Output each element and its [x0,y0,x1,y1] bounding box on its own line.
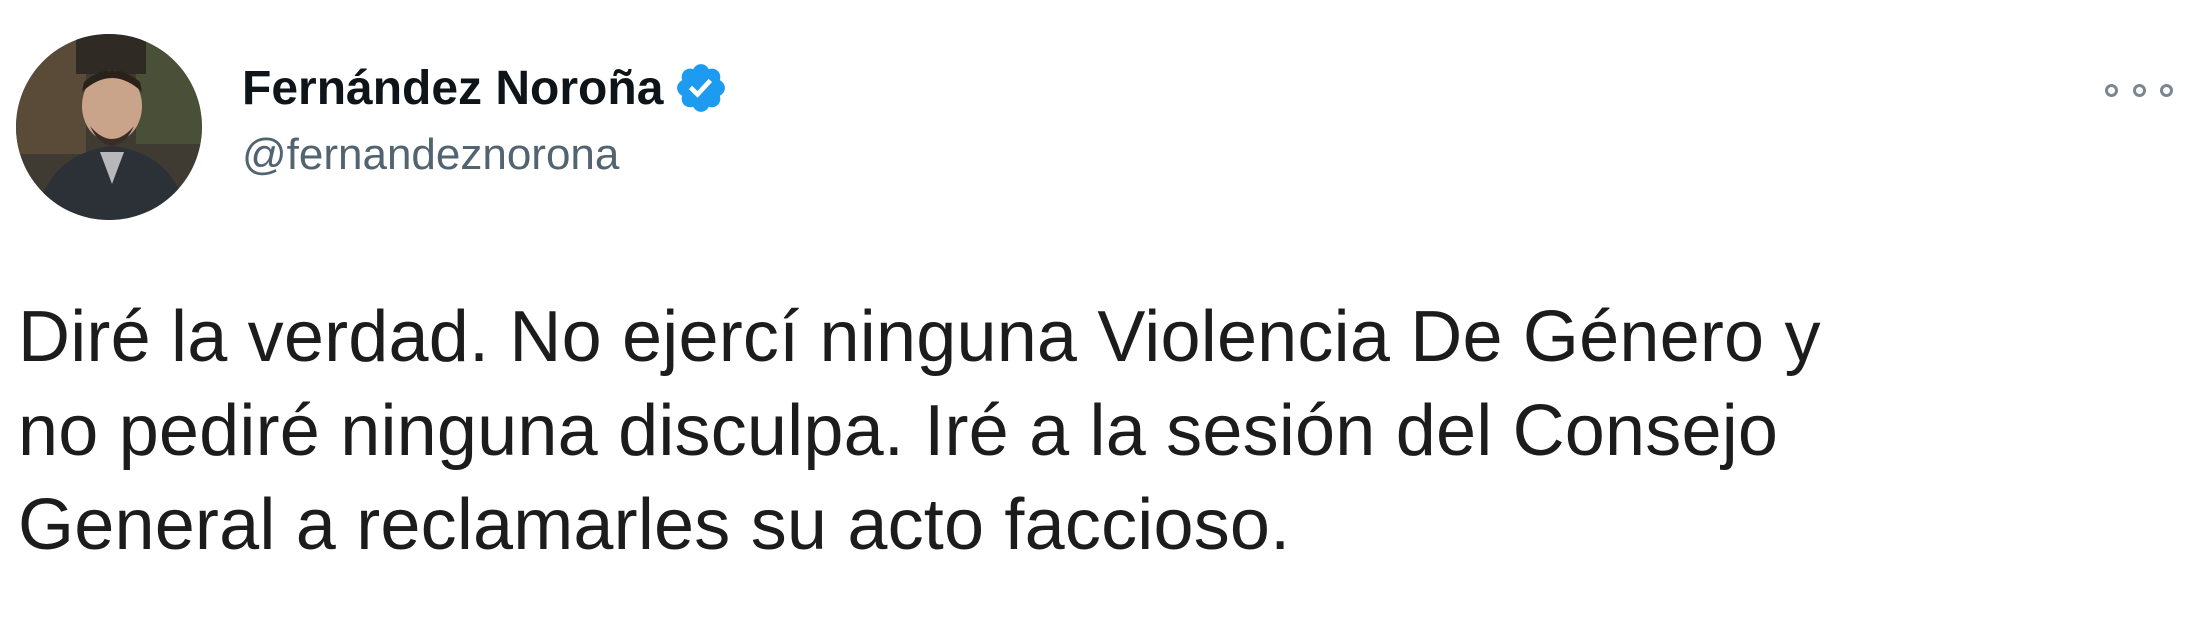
name-row: Fernández Noroña [242,56,729,120]
user-handle[interactable]: @fernandeznorona [242,130,729,180]
author-info: Fernández Noroña @fernandeznorona [242,56,729,180]
display-name[interactable]: Fernández Noroña [242,61,663,116]
tweet-text-line: no pediré ninguna disculpa. Iré a la ses… [18,391,1779,471]
more-dot [2105,83,2118,97]
more-options-icon[interactable] [2105,70,2173,110]
more-dot [2132,83,2146,97]
tweet-text: Diré la verdad. No ejercí ninguna Violen… [18,290,2188,572]
verified-badge-icon [673,60,729,116]
tweet-card: Fernández Noroña @fernandeznorona Diré l… [0,0,2211,620]
tweet-text-line: Diré la verdad. No ejercí ninguna Violen… [18,297,1821,377]
more-dot [2160,83,2173,97]
tweet-text-line: General a reclamarles su acto faccioso. [18,485,1291,565]
avatar[interactable] [16,34,202,220]
